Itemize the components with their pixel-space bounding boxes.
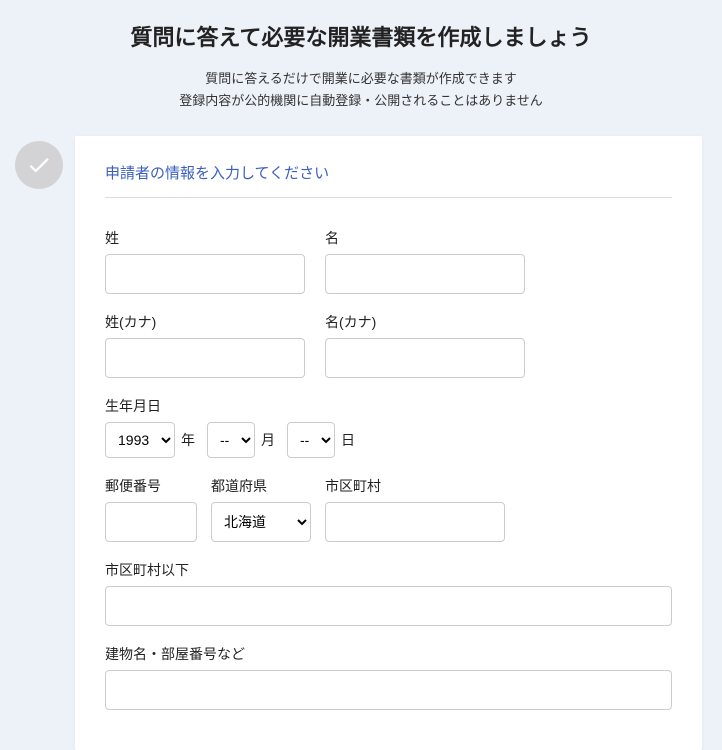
page-header: 質問に答えて必要な開業書類を作成しましょう 質問に答えるだけで開業に必要な書類が… bbox=[0, 0, 722, 136]
last-name-kana-field: 姓(カナ) bbox=[105, 312, 305, 378]
first-name-label: 名 bbox=[325, 228, 525, 248]
building-label: 建物名・部屋番号など bbox=[105, 644, 672, 664]
month-select[interactable]: -- bbox=[207, 422, 255, 458]
prefecture-label: 都道府県 bbox=[211, 476, 311, 496]
day-suffix: 日 bbox=[341, 430, 355, 450]
first-name-kana-input[interactable] bbox=[325, 338, 525, 378]
section-title: 申請者の情報を入力してください bbox=[105, 162, 672, 198]
city-input[interactable] bbox=[325, 502, 505, 542]
prefecture-field: 都道府県 北海道 bbox=[211, 476, 311, 542]
form-card: 申請者の情報を入力してください 姓 名 姓(カナ) 名(カナ) 生年月日 bbox=[75, 136, 702, 750]
year-suffix: 年 bbox=[181, 430, 195, 450]
address-detail-label: 市区町村以下 bbox=[105, 560, 672, 580]
month-suffix: 月 bbox=[261, 430, 275, 450]
postal-field: 郵便番号 bbox=[105, 476, 197, 542]
last-name-kana-label: 姓(カナ) bbox=[105, 312, 305, 332]
subtitle-line-2: 登録内容が公的機関に自動登録・公開されることはありません bbox=[20, 90, 702, 112]
address-detail-input[interactable] bbox=[105, 586, 672, 626]
year-select[interactable]: 1993 bbox=[105, 422, 175, 458]
last-name-field: 姓 bbox=[105, 228, 305, 294]
first-name-input[interactable] bbox=[325, 254, 525, 294]
city-field: 市区町村 bbox=[325, 476, 505, 542]
first-name-kana-label: 名(カナ) bbox=[325, 312, 525, 332]
subtitle-line-1: 質問に答えるだけで開業に必要な書類が作成できます bbox=[20, 68, 702, 90]
city-label: 市区町村 bbox=[325, 476, 505, 496]
first-name-kana-field: 名(カナ) bbox=[325, 312, 525, 378]
building-field: 建物名・部屋番号など bbox=[105, 644, 672, 710]
page-title: 質問に答えて必要な開業書類を作成しましょう bbox=[20, 20, 702, 52]
last-name-label: 姓 bbox=[105, 228, 305, 248]
step-check-icon bbox=[15, 141, 63, 189]
last-name-input[interactable] bbox=[105, 254, 305, 294]
prefecture-select[interactable]: 北海道 bbox=[211, 502, 311, 542]
postal-label: 郵便番号 bbox=[105, 476, 197, 496]
first-name-field: 名 bbox=[325, 228, 525, 294]
postal-input[interactable] bbox=[105, 502, 197, 542]
last-name-kana-input[interactable] bbox=[105, 338, 305, 378]
page-subtitle: 質問に答えるだけで開業に必要な書類が作成できます 登録内容が公的機関に自動登録・… bbox=[20, 68, 702, 112]
day-select[interactable]: -- bbox=[287, 422, 335, 458]
building-input[interactable] bbox=[105, 670, 672, 710]
birthdate-field: 生年月日 1993 年 -- 月 -- 日 bbox=[105, 396, 672, 458]
address-detail-field: 市区町村以下 bbox=[105, 560, 672, 626]
birthdate-label: 生年月日 bbox=[105, 396, 672, 416]
